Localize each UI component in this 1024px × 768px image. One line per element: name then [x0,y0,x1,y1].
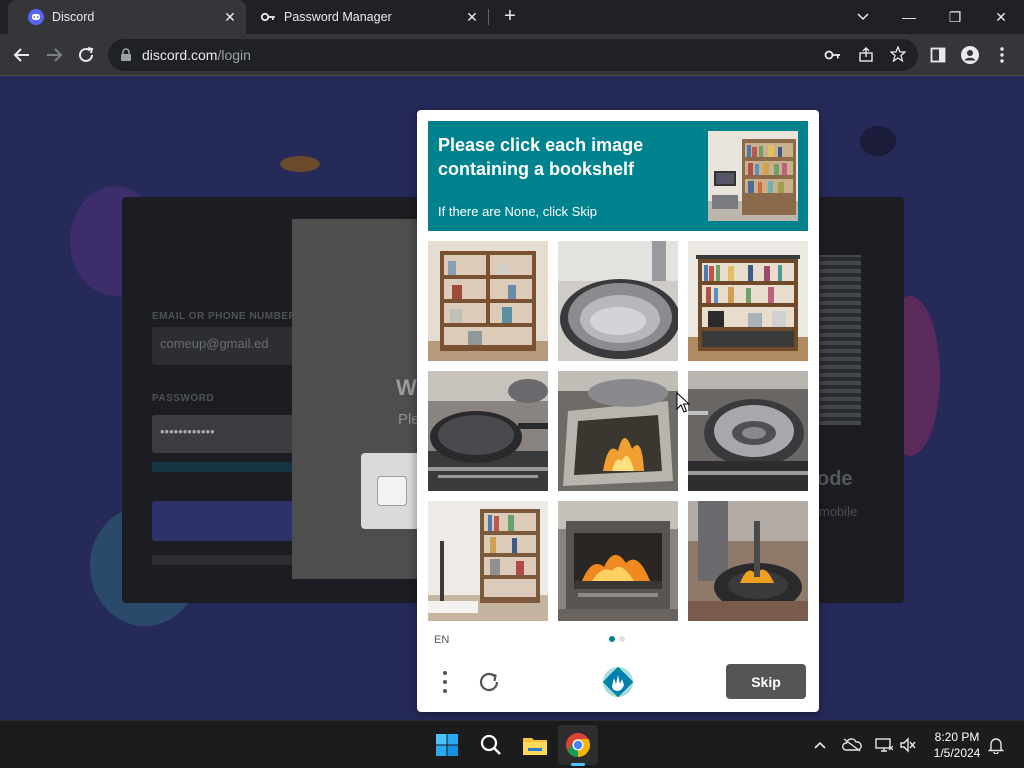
prompt-text: Please click each image containing a boo… [438,135,644,179]
reload-icon[interactable] [74,43,98,67]
file-explorer-icon[interactable] [519,729,551,761]
image-tile-6[interactable] [688,371,808,491]
profile-icon[interactable] [958,43,982,67]
tab-discord[interactable]: Discord ✕ [8,0,246,34]
url-domain: discord.com [142,47,218,63]
menu-dot [443,689,447,693]
refresh-challenge-icon[interactable] [475,668,503,696]
hcaptcha-logo-icon[interactable] [600,664,636,700]
challenge-prompt: Please click each image containing a boo… [428,121,808,231]
forward-arrow-icon[interactable] [42,43,66,67]
volume-muted-icon[interactable] [898,735,918,755]
clock-time: 8:20 PM [934,730,980,744]
password-value: •••••••••••• [160,424,215,439]
image-tile-4[interactable] [428,371,548,491]
image-grid [428,241,808,621]
browser-toolbar: discord.com/login [0,34,1024,76]
page-dot [619,636,625,642]
captcha-checkbox[interactable] [377,476,407,506]
tab-search-icon[interactable] [840,0,886,34]
qr-code [817,255,861,425]
captcha-challenge: Please click each image containing a boo… [417,110,819,712]
qr-title: ode [817,468,853,490]
background-decoration [280,156,320,172]
windows-start-icon[interactable] [431,729,463,761]
windows-taskbar: 8:20 PM 1/5/2024 [0,720,1024,768]
qr-subtitle: mobile [819,504,858,519]
search-icon[interactable] [475,729,507,761]
captcha-checkbox-widget [361,453,421,529]
email-value: comeup@gmail.ed [160,336,269,351]
bookmark-star-icon[interactable] [889,45,907,67]
background-decoration [860,126,896,156]
close-window-button[interactable]: ✕ [978,0,1024,34]
tab-title: Discord [52,10,95,24]
show-hidden-icons-chevron-icon[interactable] [810,735,830,755]
address-bar[interactable]: discord.com/login [108,39,918,71]
mouse-cursor-icon [676,391,691,414]
kebab-menu-icon[interactable] [990,43,1014,67]
image-tile-8[interactable] [558,501,678,621]
image-tile-7[interactable] [428,501,548,621]
url-text: discord.com/login [142,47,251,63]
captcha-dialog-title: W [396,375,417,400]
menu-dot [443,671,447,675]
onedrive-offline-icon[interactable] [842,735,862,755]
page-dot-active [609,636,615,642]
key-icon [260,9,276,25]
language-selector[interactable]: EN [434,634,449,646]
email-label: EMAIL OR PHONE NUMBER [152,311,297,322]
image-tile-3[interactable] [688,241,808,361]
close-tab-icon[interactable]: ✕ [464,9,480,25]
password-label: PASSWORD [152,393,215,404]
tab-separator [488,9,489,25]
skip-button[interactable]: Skip [726,664,806,699]
tab-title: Password Manager [284,10,392,24]
new-tab-button[interactable]: + [498,5,522,29]
lock-icon [120,48,132,67]
clock-date: 1/5/2024 [933,746,981,760]
restore-button[interactable]: ❐ [932,0,978,34]
discord-icon [28,9,44,25]
image-tile-9[interactable] [688,501,808,621]
share-icon[interactable] [858,47,874,68]
url-path: /login [217,47,251,63]
chrome-icon[interactable] [562,729,594,761]
close-tab-icon[interactable]: ✕ [222,9,238,25]
key-icon[interactable] [824,47,842,68]
challenge-menu-button[interactable] [435,668,455,696]
notification-bell-icon[interactable] [986,735,1006,755]
image-tile-5[interactable] [558,371,678,491]
side-panel-icon[interactable] [926,43,950,67]
browser-tab-bar: Discord ✕ Password Manager ✕ + — ❐ ✕ [0,0,1024,34]
network-icon[interactable] [874,735,894,755]
tab-password-manager[interactable]: Password Manager ✕ [246,0,488,34]
image-tile-1[interactable] [428,241,548,361]
prompt-hint: If there are None, click Skip [438,204,597,219]
image-tile-2[interactable] [558,241,678,361]
active-app-indicator [571,763,585,766]
taskbar-clock[interactable]: 8:20 PM 1/5/2024 [918,729,996,761]
back-arrow-icon[interactable] [10,43,34,67]
menu-dot [443,680,447,684]
page-indicator [609,636,625,642]
minimize-button[interactable]: — [886,0,932,34]
example-image [708,131,798,221]
forgot-password-link[interactable] [152,462,292,472]
register-link[interactable] [152,555,292,565]
